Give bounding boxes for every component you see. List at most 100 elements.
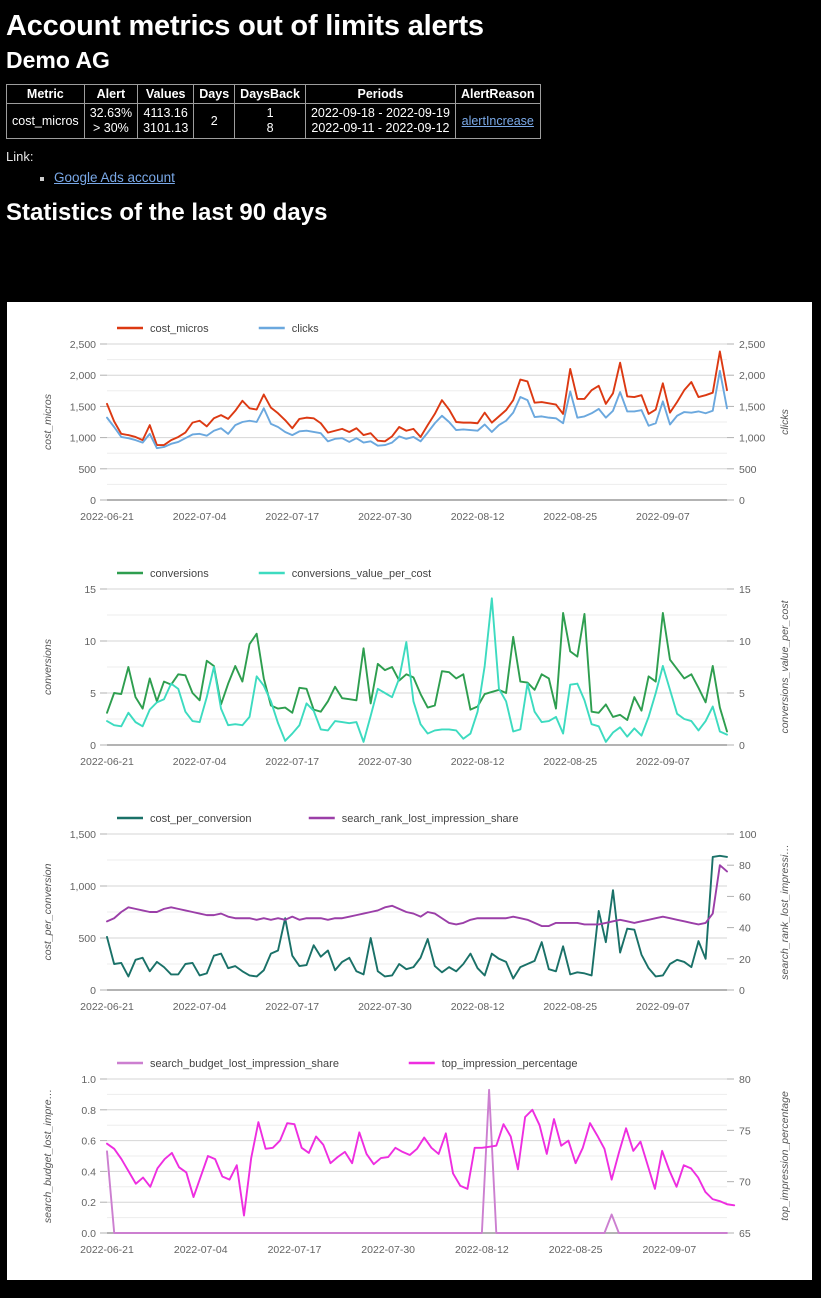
svg-text:cost_per_conversion: cost_per_conversion [150, 813, 252, 825]
svg-text:2022-07-30: 2022-07-30 [358, 1001, 412, 1013]
daysback-current: 1 [266, 105, 274, 120]
svg-text:15: 15 [84, 584, 96, 596]
charts-panel: cost_micros clicks 0 500 1,000 1,500 2,000 2,50… [7, 302, 812, 1280]
svg-text:2022-07-17: 2022-07-17 [268, 1244, 322, 1256]
svg-text:0.6: 0.6 [81, 1136, 96, 1148]
svg-text:0: 0 [739, 740, 745, 752]
svg-text:search_budget_lost_impression_: search_budget_lost_impression_share [150, 1058, 339, 1070]
svg-text:2022-07-17: 2022-07-17 [265, 511, 319, 523]
svg-text:conversions: conversions [42, 638, 54, 695]
cell-metric: cost_micros [6, 102, 85, 140]
svg-text:500: 500 [78, 464, 96, 476]
svg-text:2022-08-12: 2022-08-12 [455, 1244, 509, 1256]
svg-text:2022-07-17: 2022-07-17 [265, 756, 319, 768]
svg-text:2022-06-21: 2022-06-21 [80, 511, 134, 523]
svg-text:0.0: 0.0 [81, 1228, 96, 1240]
svg-text:60: 60 [739, 891, 751, 903]
svg-text:2022-07-04: 2022-07-04 [173, 511, 227, 523]
svg-text:0.2: 0.2 [81, 1197, 96, 1209]
list-item[interactable]: Google Ads account [40, 170, 821, 185]
cell-daysback: 1 8 [234, 102, 306, 140]
svg-text:5: 5 [90, 688, 96, 700]
alert-reason-link[interactable]: alertIncrease [462, 114, 534, 128]
svg-text:2022-07-17: 2022-07-17 [265, 1001, 319, 1013]
value-previous: 3101.13 [143, 121, 189, 136]
svg-text:80: 80 [739, 1074, 751, 1086]
col-alert: Alert [83, 83, 139, 104]
svg-text:search_rank_lost_impression_sh: search_rank_lost_impression_share [342, 813, 519, 825]
col-alertreason: AlertReason [454, 83, 541, 104]
report-page: Account metrics out of limits alerts Dem… [0, 0, 821, 1298]
svg-text:2022-08-25: 2022-08-25 [549, 1244, 603, 1256]
links-label: Link: [6, 149, 34, 165]
col-values: Values [137, 83, 195, 104]
svg-text:1,500: 1,500 [739, 401, 765, 413]
svg-text:search_rank_lost_impressi…: search_rank_lost_impressi… [779, 844, 791, 979]
cell-periods: 2022-09-18 - 2022-09-19 2022-09-11 - 202… [304, 102, 456, 140]
svg-text:2,500: 2,500 [739, 339, 765, 351]
svg-text:2022-07-04: 2022-07-04 [174, 1244, 228, 1256]
svg-text:2022-09-07: 2022-09-07 [636, 511, 690, 523]
svg-text:1.0: 1.0 [81, 1074, 96, 1086]
svg-text:conversions_value_per_cost: conversions_value_per_cost [292, 568, 431, 580]
svg-text:40: 40 [739, 923, 751, 935]
alert-threshold: > 30% [92, 121, 129, 136]
account-name: Demo AG [6, 47, 110, 74]
svg-text:0: 0 [90, 985, 96, 997]
chart-impression-share: search_budget_lost_impression_share top_i… [42, 1058, 791, 1256]
svg-text:cost_micros: cost_micros [42, 393, 54, 450]
chart-conversions: conversions conversions_value_per_cost 0 5 1… [42, 568, 791, 768]
chart-cost-per-conversion: cost_per_conversion search_rank_lost_impr… [42, 813, 791, 1013]
svg-text:0.8: 0.8 [81, 1105, 96, 1117]
svg-text:2022-06-21: 2022-06-21 [80, 1001, 134, 1013]
svg-text:2022-08-25: 2022-08-25 [543, 511, 597, 523]
svg-text:80: 80 [739, 860, 751, 872]
svg-text:10: 10 [739, 636, 751, 648]
svg-text:2022-06-21: 2022-06-21 [80, 1244, 134, 1256]
svg-text:500: 500 [739, 464, 757, 476]
svg-text:2022-06-21: 2022-06-21 [80, 756, 134, 768]
cell-alert: 32.63% > 30% [83, 102, 139, 140]
links-list: Google Ads account [0, 170, 821, 185]
svg-text:2022-08-12: 2022-08-12 [451, 1001, 505, 1013]
svg-text:2022-07-04: 2022-07-04 [173, 1001, 227, 1013]
svg-text:1,500: 1,500 [70, 829, 96, 841]
svg-text:2,000: 2,000 [739, 370, 765, 382]
svg-text:0.4: 0.4 [81, 1166, 96, 1178]
svg-text:top_impression_percentage: top_impression_percentage [442, 1058, 578, 1070]
table-header-row: Metric Alert Values Days DaysBack Period… [6, 83, 541, 104]
svg-text:2022-08-25: 2022-08-25 [543, 1001, 597, 1013]
svg-text:2,500: 2,500 [70, 339, 96, 351]
col-periods: Periods [304, 83, 456, 104]
table-row: cost_micros 32.63% > 30% 4113.16 3101.13… [6, 102, 541, 140]
svg-text:clicks: clicks [292, 323, 319, 335]
svg-text:1,500: 1,500 [70, 401, 96, 413]
svg-text:1,000: 1,000 [70, 881, 96, 893]
period-current: 2022-09-18 - 2022-09-19 [310, 105, 450, 120]
svg-text:2,000: 2,000 [70, 370, 96, 382]
svg-text:1,000: 1,000 [739, 433, 765, 445]
svg-text:cost_micros: cost_micros [150, 323, 209, 335]
svg-text:5: 5 [739, 688, 745, 700]
svg-text:0: 0 [90, 740, 96, 752]
svg-text:top_impression_percentage: top_impression_percentage [779, 1091, 791, 1221]
chart-block-3: search_budget_lost_impression_share top_i… [7, 1037, 812, 1280]
daysback-previous: 8 [266, 121, 274, 136]
google-ads-account-link[interactable]: Google Ads account [54, 170, 175, 185]
svg-text:500: 500 [78, 933, 96, 945]
svg-text:conversions_value_per_cost: conversions_value_per_cost [779, 599, 791, 733]
chart-cost-micros-clicks: cost_micros clicks05001,0001,5002,0002,50… [42, 323, 791, 523]
svg-text:75: 75 [739, 1125, 751, 1137]
chart-block-1: conversions conversions_value_per_cost 0 5 1… [7, 547, 812, 792]
svg-text:20: 20 [739, 954, 751, 966]
svg-text:2022-09-07: 2022-09-07 [636, 1001, 690, 1013]
period-previous: 2022-09-11 - 2022-09-12 [311, 121, 450, 136]
svg-text:2022-07-30: 2022-07-30 [358, 756, 412, 768]
svg-text:2022-09-07: 2022-09-07 [636, 756, 690, 768]
svg-text:2022-08-12: 2022-08-12 [451, 756, 505, 768]
svg-text:65: 65 [739, 1228, 751, 1240]
cell-values: 4113.16 3101.13 [137, 102, 195, 140]
cell-alertreason[interactable]: alertIncrease [454, 102, 541, 140]
svg-text:100: 100 [739, 829, 757, 841]
svg-text:clicks: clicks [779, 408, 791, 434]
